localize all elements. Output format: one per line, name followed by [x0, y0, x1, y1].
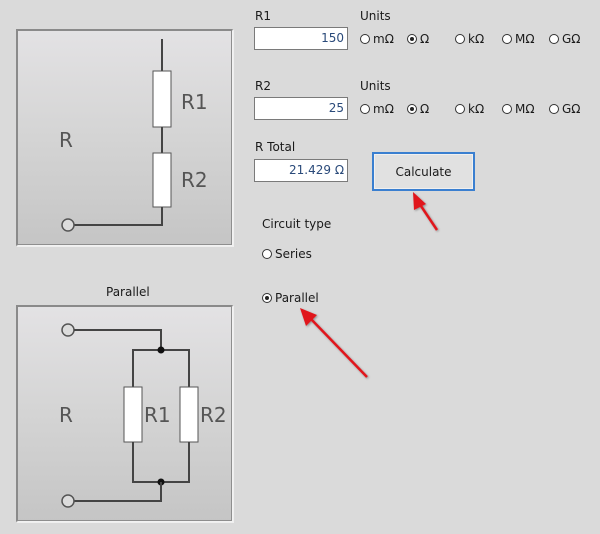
radio-label: Ω — [420, 32, 430, 46]
resistor-r1 — [152, 70, 172, 128]
resistor-r2 — [179, 386, 199, 443]
wire-top-branch — [132, 349, 190, 387]
r1-unit-ohm[interactable]: Ω — [407, 32, 429, 46]
r1-label: R1 — [144, 403, 171, 427]
radio-label: MΩ — [515, 32, 535, 46]
r2-unit-megaohm[interactable]: MΩ — [502, 102, 535, 116]
radio-circle[interactable] — [407, 34, 417, 44]
r-total-label: R Total — [255, 140, 296, 154]
radio-circle[interactable] — [549, 34, 559, 44]
radio-label: kΩ — [468, 102, 485, 116]
radio-circle[interactable] — [455, 104, 465, 114]
r-label: R — [59, 403, 73, 427]
r1-label: R1 — [255, 9, 271, 23]
radio-label: Parallel — [275, 291, 319, 305]
radio-circle[interactable] — [502, 34, 512, 44]
circuit-type-series[interactable]: Series — [262, 247, 312, 261]
radio-label: mΩ — [373, 32, 394, 46]
radio-label: Ω — [420, 102, 430, 116]
r1-unit-megaohm[interactable]: MΩ — [502, 32, 535, 46]
r2-label: R2 — [200, 403, 227, 427]
wire-bottom-branch — [132, 442, 190, 483]
arrow-to-parallel — [300, 308, 368, 378]
radio-label: MΩ — [515, 102, 535, 116]
r-total-output: 21.429 Ω — [254, 159, 348, 182]
radio-circle[interactable] — [455, 34, 465, 44]
arrow-to-calculate — [413, 192, 439, 231]
r1-input[interactable]: 150 — [254, 27, 348, 50]
r1-unit-milliohm[interactable]: mΩ — [360, 32, 394, 46]
wire-bottom — [74, 482, 162, 502]
wire-bottom — [74, 207, 163, 226]
radio-label: kΩ — [468, 32, 485, 46]
radio-label: Series — [275, 247, 312, 261]
r-label: R — [59, 128, 73, 152]
r2-input[interactable]: 25 — [254, 97, 348, 120]
r1-label: R1 — [181, 90, 208, 114]
r2-unit-kiloohm[interactable]: kΩ — [455, 102, 484, 116]
radio-circle[interactable] — [262, 249, 272, 259]
radio-circle[interactable] — [549, 104, 559, 114]
r1-units-label: Units — [360, 9, 391, 23]
radio-label: GΩ — [562, 102, 581, 116]
radio-circle[interactable] — [502, 104, 512, 114]
resistor-r2 — [152, 152, 172, 208]
wire-top — [74, 329, 162, 350]
r1-unit-kiloohm[interactable]: kΩ — [455, 32, 484, 46]
r2-label: R2 — [255, 79, 271, 93]
r2-unit-gigaohm[interactable]: GΩ — [549, 102, 580, 116]
parallel-circuit-svg: R R1 R2 — [59, 323, 227, 508]
series-circuit-svg: R1 R2 R — [59, 39, 208, 232]
terminal — [61, 218, 75, 232]
parallel-circuit-diagram: R R1 R2 — [16, 305, 233, 522]
terminal-bottom — [61, 494, 75, 508]
node-top — [157, 346, 165, 354]
radio-circle[interactable] — [360, 34, 370, 44]
r1-unit-gigaohm[interactable]: GΩ — [549, 32, 580, 46]
radio-circle[interactable] — [407, 104, 417, 114]
circuit-type-parallel[interactable]: Parallel — [262, 291, 319, 305]
circuit-type-label: Circuit type — [262, 217, 332, 231]
r2-unit-milliohm[interactable]: mΩ — [360, 102, 394, 116]
series-circuit-diagram: R1 R2 R — [16, 29, 233, 246]
terminal-top — [61, 323, 75, 337]
resistor-r1 — [123, 386, 143, 443]
radio-label: mΩ — [373, 102, 394, 116]
radio-label: GΩ — [562, 32, 581, 46]
calculate-button[interactable]: Calculate — [372, 152, 475, 191]
radio-circle[interactable] — [360, 104, 370, 114]
r2-units-label: Units — [360, 79, 391, 93]
radio-circle[interactable] — [262, 293, 272, 303]
r2-label: R2 — [181, 168, 208, 192]
r2-unit-ohm[interactable]: Ω — [407, 102, 429, 116]
parallel-diagram-title: Parallel — [106, 285, 150, 299]
